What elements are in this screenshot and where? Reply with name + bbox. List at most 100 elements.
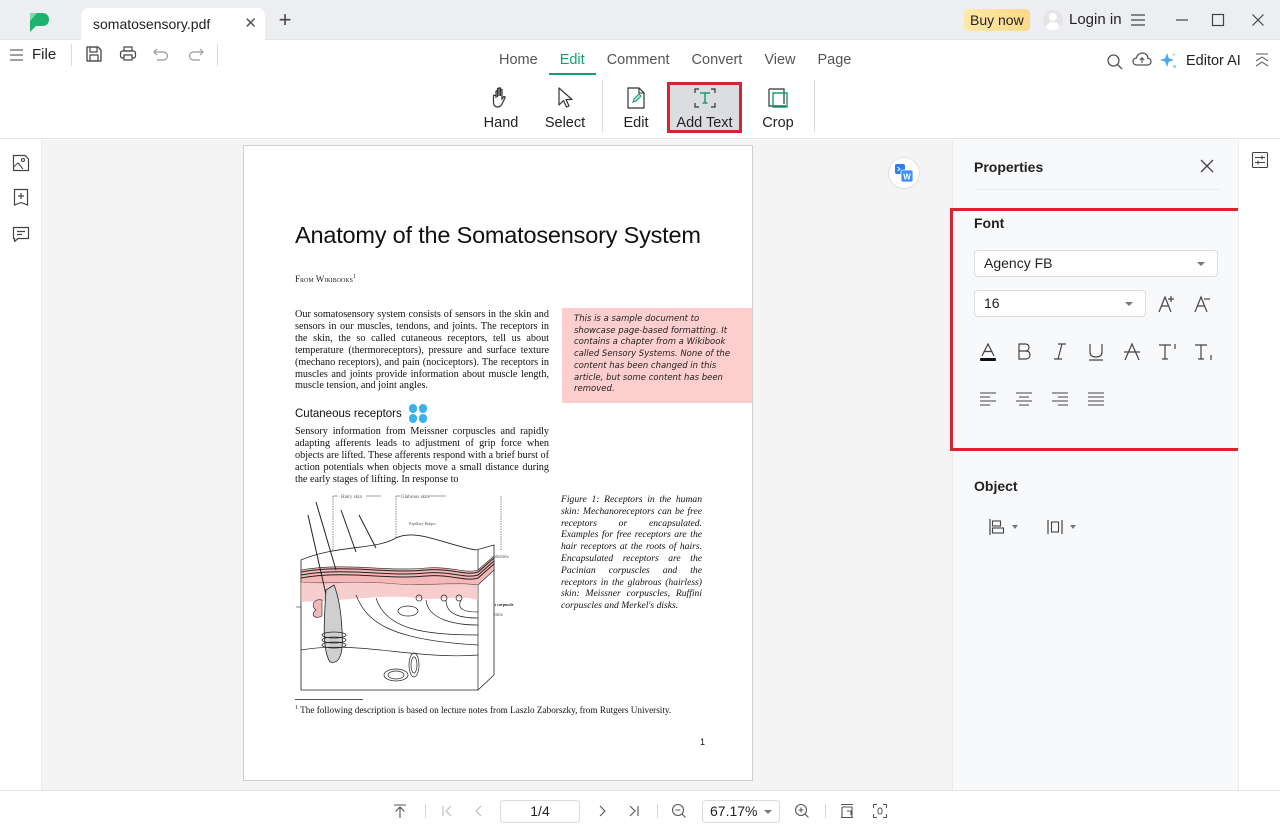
divider bbox=[602, 80, 603, 132]
properties-toggle-icon[interactable] bbox=[1251, 151, 1269, 169]
fit-width-icon[interactable] bbox=[837, 801, 857, 821]
tab-page[interactable]: Page bbox=[807, 52, 863, 74]
bold-icon[interactable] bbox=[1012, 340, 1036, 364]
hand-icon bbox=[488, 85, 514, 111]
page-number-input[interactable]: 1/4 bbox=[500, 800, 580, 823]
sample-sidenote: This is a sample document to showcase pa… bbox=[562, 308, 752, 403]
chevron-down-icon bbox=[1125, 302, 1133, 306]
edit-document-icon bbox=[623, 85, 649, 111]
right-sidebar bbox=[1238, 140, 1280, 790]
align-justify-icon[interactable] bbox=[1084, 387, 1108, 411]
label-hairy-skin: Hairy skin bbox=[341, 495, 362, 500]
zoom-in-icon[interactable] bbox=[792, 801, 812, 821]
add-text-tool-button[interactable]: Add Text bbox=[667, 82, 742, 133]
zoom-out-icon[interactable] bbox=[669, 801, 689, 821]
search-icon[interactable] bbox=[1106, 53, 1124, 71]
chevron-down-icon bbox=[1197, 262, 1205, 266]
new-tab-plus-icon[interactable]: + bbox=[274, 8, 296, 32]
divider bbox=[974, 189, 1220, 190]
zoom-level-value: 67.17% bbox=[710, 803, 758, 819]
label-glabrous-skin: Glabrous skin bbox=[401, 495, 429, 500]
font-color-icon[interactable] bbox=[976, 340, 1000, 364]
maximize-icon[interactable] bbox=[1204, 6, 1232, 34]
collapse-ribbon-icon[interactable] bbox=[1254, 52, 1270, 68]
user-avatar-icon[interactable] bbox=[1043, 10, 1063, 30]
crop-tool-button[interactable]: Crop bbox=[757, 80, 799, 132]
select-tool-button[interactable]: Select bbox=[543, 80, 587, 132]
align-center-icon[interactable] bbox=[1012, 387, 1036, 411]
superscript-icon[interactable] bbox=[1156, 340, 1180, 364]
thumbnail-image-icon[interactable] bbox=[11, 153, 31, 173]
decrease-font-size-icon[interactable] bbox=[1191, 292, 1215, 316]
tab-home[interactable]: Home bbox=[488, 52, 549, 74]
scroll-to-top-icon[interactable] bbox=[390, 801, 410, 821]
menu-lines-icon bbox=[10, 48, 23, 61]
hand-label: Hand bbox=[483, 115, 519, 131]
next-page-icon[interactable] bbox=[592, 801, 612, 821]
editor-ai-button[interactable]: Editor AI bbox=[1159, 50, 1241, 72]
increase-font-size-icon[interactable] bbox=[1155, 292, 1179, 316]
crop-label: Crop bbox=[762, 115, 794, 131]
align-objects-icon bbox=[989, 519, 1005, 535]
four-dots-icon[interactable] bbox=[408, 404, 428, 423]
tab-convert[interactable]: Convert bbox=[681, 52, 754, 74]
source-footnote-mark: 1 bbox=[352, 274, 356, 280]
buy-now-button[interactable]: Buy now bbox=[964, 9, 1030, 31]
page-number: 1 bbox=[700, 737, 706, 747]
login-button[interactable]: Login in bbox=[1069, 11, 1122, 28]
undo-icon[interactable] bbox=[151, 44, 171, 64]
translate-to-word-button[interactable]: W bbox=[888, 157, 920, 189]
object-section-label: Object bbox=[974, 478, 1018, 494]
document-tab[interactable]: somatosensory.pdf ✕ bbox=[81, 8, 265, 40]
paragraph-intro: Our somatosensory system consists of sen… bbox=[295, 309, 549, 392]
file-menu-button[interactable]: File bbox=[10, 46, 56, 63]
align-objects-dropdown[interactable] bbox=[988, 515, 1018, 539]
footnote-rule bbox=[295, 699, 363, 700]
close-panel-icon[interactable] bbox=[1199, 158, 1215, 174]
last-page-icon[interactable] bbox=[624, 801, 644, 821]
underline-icon[interactable] bbox=[1084, 340, 1108, 364]
align-right-icon[interactable] bbox=[1048, 387, 1072, 411]
previous-page-icon[interactable] bbox=[469, 801, 489, 821]
pdf-page[interactable]: Anatomy of the Somatosensory System From… bbox=[243, 145, 753, 781]
tab-comment[interactable]: Comment bbox=[596, 52, 681, 74]
font-family-select[interactable]: Agency FB bbox=[974, 250, 1218, 277]
save-icon[interactable] bbox=[84, 44, 104, 64]
cloud-upload-icon[interactable] bbox=[1132, 51, 1152, 69]
italic-icon[interactable] bbox=[1048, 340, 1072, 364]
print-icon[interactable] bbox=[118, 44, 138, 64]
hand-tool-button[interactable]: Hand bbox=[480, 80, 522, 132]
footnote-mark: 1 bbox=[295, 705, 298, 711]
font-size-select[interactable]: 16 bbox=[974, 290, 1146, 317]
zoom-level-select[interactable]: 67.17% bbox=[702, 800, 780, 823]
close-window-icon[interactable] bbox=[1244, 6, 1272, 34]
comment-icon[interactable] bbox=[11, 224, 31, 244]
distribute-objects-icon bbox=[1047, 520, 1063, 534]
translate-word-icon: W bbox=[895, 164, 914, 183]
footnote-text: The following description is based on le… bbox=[300, 705, 672, 716]
close-tab-icon[interactable]: ✕ bbox=[244, 14, 257, 32]
subscript-icon[interactable] bbox=[1192, 340, 1216, 364]
divider bbox=[71, 44, 72, 66]
title-bar: somatosensory.pdf ✕ + Buy now Login in bbox=[0, 0, 1280, 40]
minimize-icon[interactable] bbox=[1168, 6, 1196, 34]
edit-tool-button[interactable]: Edit bbox=[617, 80, 655, 132]
align-left-icon[interactable] bbox=[976, 387, 1000, 411]
left-sidebar bbox=[0, 140, 42, 790]
fullscreen-icon[interactable] bbox=[870, 801, 890, 821]
bookmark-add-icon[interactable] bbox=[11, 187, 31, 207]
document-canvas[interactable]: Anatomy of the Somatosensory System From… bbox=[42, 140, 952, 790]
first-page-icon[interactable] bbox=[437, 801, 457, 821]
app-logo-icon bbox=[30, 13, 49, 32]
section-heading-text: Cutaneous receptors bbox=[295, 407, 402, 420]
tab-edit[interactable]: Edit bbox=[548, 52, 596, 75]
redo-icon[interactable] bbox=[186, 44, 206, 64]
menu-tabs: Home Edit Comment Convert View Page bbox=[488, 52, 863, 75]
strikethrough-icon[interactable] bbox=[1120, 340, 1144, 364]
hamburger-menu-icon[interactable] bbox=[1124, 6, 1152, 34]
crop-icon bbox=[765, 85, 791, 111]
document-title: Anatomy of the Somatosensory System bbox=[295, 222, 701, 248]
tab-view[interactable]: View bbox=[753, 52, 806, 74]
sparkle-icon bbox=[1160, 53, 1176, 68]
distribute-objects-dropdown[interactable] bbox=[1046, 515, 1076, 539]
